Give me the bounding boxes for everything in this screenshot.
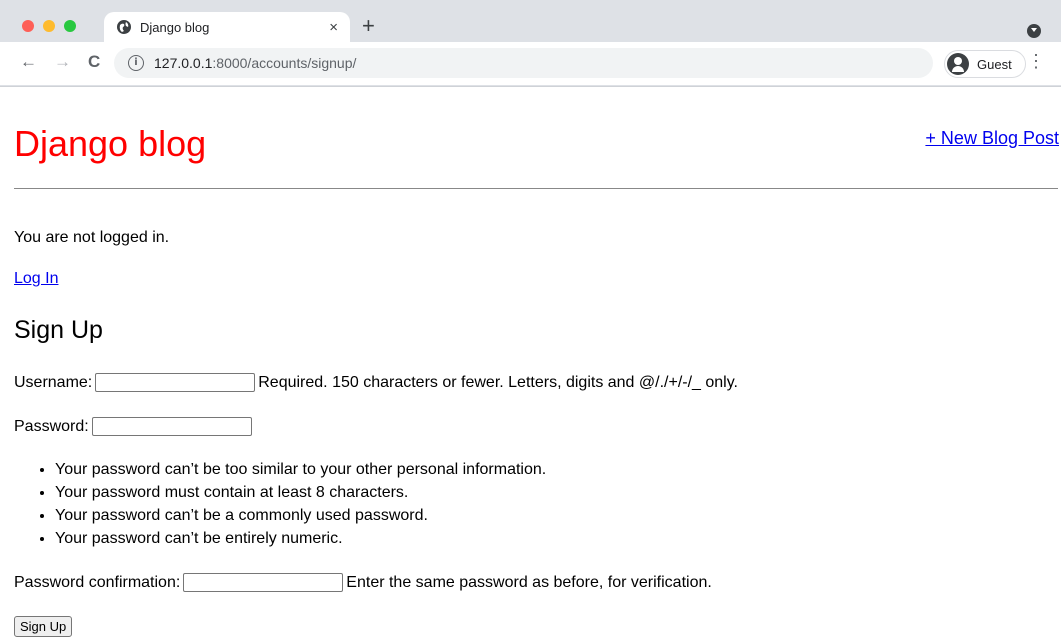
tab-bar: Django blog × + [0, 0, 1061, 42]
minimize-window-button[interactable] [43, 20, 55, 32]
profile-button[interactable]: Guest [944, 50, 1026, 78]
signup-submit-button[interactable]: Sign Up [14, 616, 73, 637]
tab-close-icon[interactable]: × [329, 19, 338, 36]
tab-search-icon[interactable] [1027, 24, 1041, 38]
username-row: Username: Required. 150 characters or fe… [14, 373, 738, 392]
password-input[interactable] [91, 417, 252, 436]
browser-chrome: Django blog × + ← → C i 127.0.0.1:8000/a… [0, 0, 1061, 87]
username-help: Required. 150 characters or fewer. Lette… [258, 373, 738, 391]
kebab-menu-icon[interactable]: ⋮ [1027, 52, 1045, 70]
globe-icon [116, 19, 132, 35]
window-controls [22, 20, 76, 32]
list-item: Your password can’t be a commonly used p… [55, 504, 546, 527]
url-host: 127.0.0.1 [154, 55, 213, 71]
address-bar[interactable]: i 127.0.0.1:8000/accounts/signup/ [114, 48, 933, 78]
browser-tab[interactable]: Django blog × [104, 12, 350, 42]
username-label: Username: [14, 373, 93, 391]
site-header: Django blog + New Blog Post [0, 87, 1061, 188]
url-text: 127.0.0.1:8000/accounts/signup/ [154, 55, 356, 71]
url-path: :8000/accounts/signup/ [212, 55, 357, 71]
list-item: Your password must contain at least 8 ch… [55, 481, 546, 504]
list-item: Your password can’t be too similar to yo… [55, 458, 546, 481]
password-confirm-row: Password confirmation: Enter the same pa… [14, 573, 712, 592]
browser-toolbar: ← → C i 127.0.0.1:8000/accounts/signup/ … [0, 42, 1061, 85]
close-window-button[interactable] [22, 20, 34, 32]
password-label: Password: [14, 417, 89, 435]
username-input[interactable] [95, 373, 256, 392]
password-rules-list: Your password can’t be too similar to yo… [14, 458, 546, 550]
login-link[interactable]: Log In [14, 270, 58, 288]
new-tab-button[interactable]: + [362, 14, 375, 38]
guest-avatar-icon [947, 53, 969, 75]
password-confirm-input[interactable] [183, 573, 344, 592]
profile-label: Guest [977, 56, 1012, 72]
header-divider [14, 188, 1058, 189]
login-status: You are not logged in. [14, 229, 170, 246]
info-icon[interactable]: i [128, 55, 144, 71]
forward-icon[interactable]: → [54, 52, 71, 72]
password-row: Password: [14, 417, 255, 436]
password-confirm-label: Password confirmation: [14, 573, 181, 591]
reload-icon[interactable]: C [88, 52, 100, 72]
tab-title: Django blog [140, 19, 210, 35]
signup-heading: Sign Up [14, 316, 103, 344]
back-icon[interactable]: ← [20, 52, 37, 72]
site-title: Django blog [14, 123, 207, 164]
page-content: Django blog + New Blog Post You are not … [0, 87, 1061, 637]
new-blog-post-link[interactable]: + New Blog Post [925, 128, 1059, 149]
list-item: Your password can’t be entirely numeric. [55, 527, 546, 550]
zoom-window-button[interactable] [64, 20, 76, 32]
password-confirm-help: Enter the same password as before, for v… [346, 573, 712, 591]
